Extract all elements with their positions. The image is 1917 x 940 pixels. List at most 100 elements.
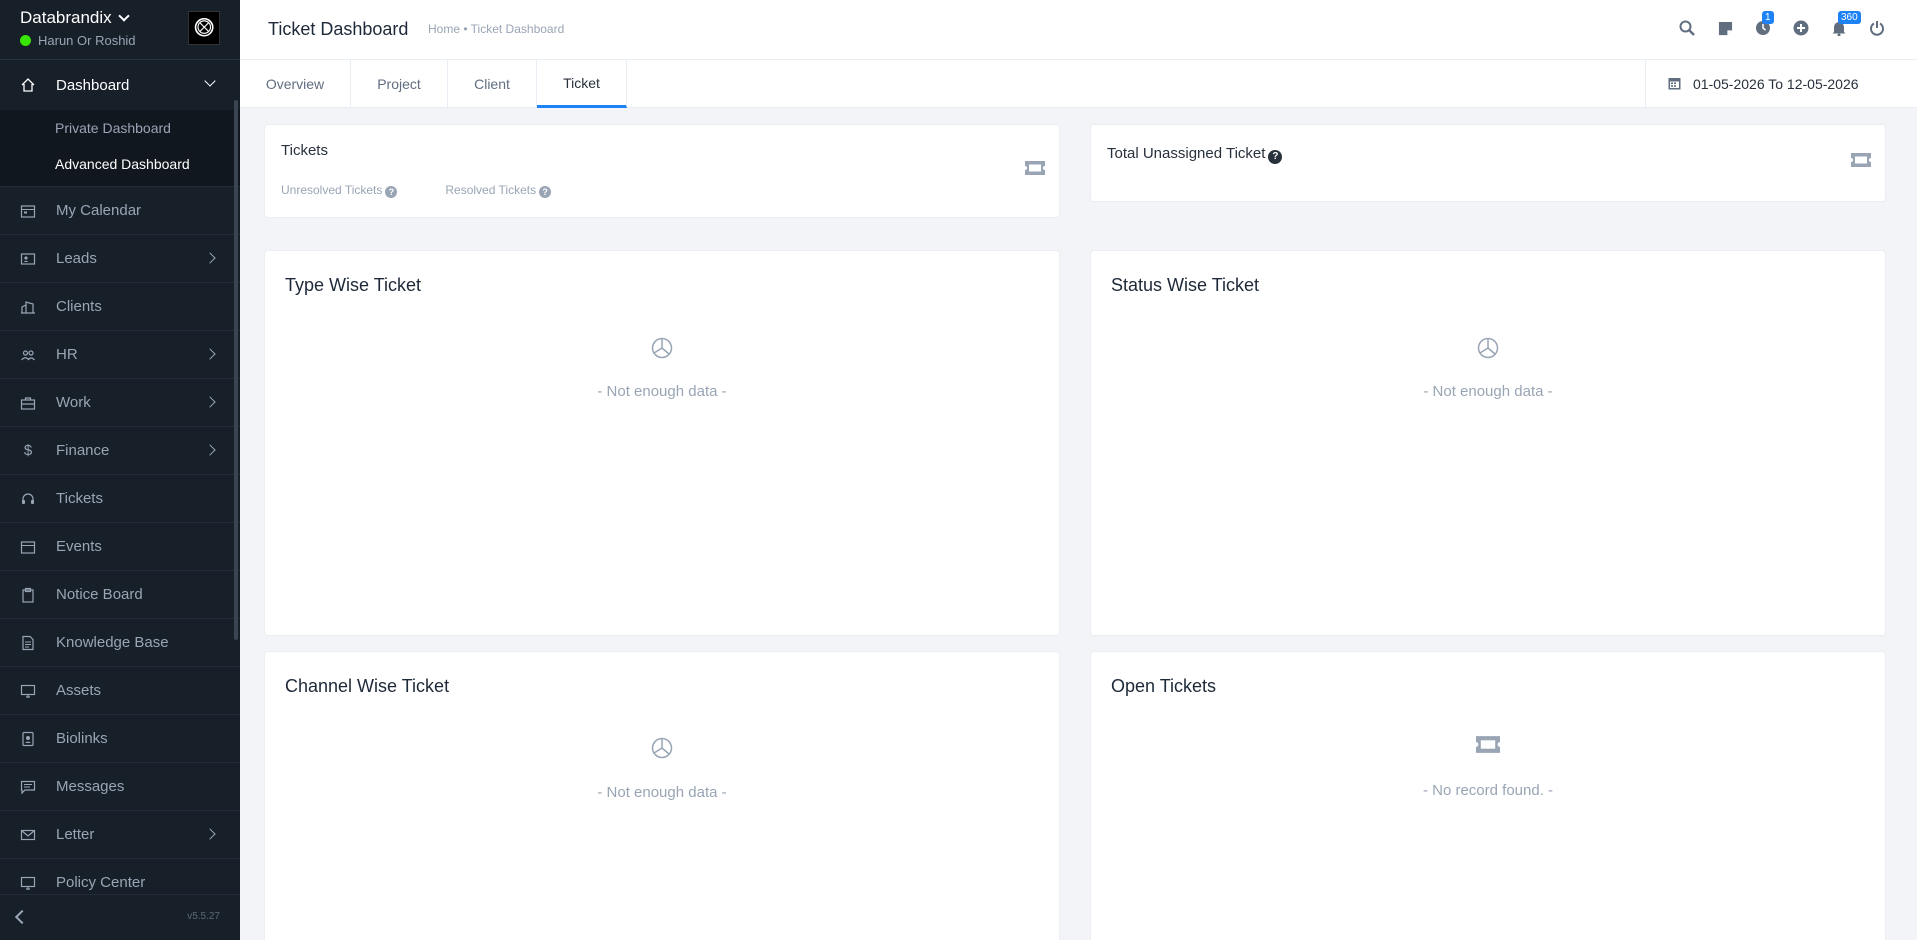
card-title: Tickets <box>281 142 328 159</box>
tickets-summary-card: Tickets Unresolved Tickets? Resolved Tic… <box>264 124 1060 218</box>
sidebar-item-label: Clients <box>56 298 102 315</box>
sidebar-item-knowledge-base[interactable]: Knowledge Base <box>0 619 240 667</box>
home-icon <box>20 77 36 93</box>
tab-overview[interactable]: Overview <box>240 60 351 108</box>
tab-client[interactable]: Client <box>448 60 537 108</box>
card-title-wrap: Total Unassigned Ticket? <box>1107 145 1283 164</box>
tab-ticket[interactable]: Ticket <box>537 60 627 108</box>
sidebar-item-letter[interactable]: Letter <box>0 811 240 859</box>
sidebar-item-my-calendar[interactable]: My Calendar <box>0 187 240 235</box>
sidebar-item-events[interactable]: Events <box>0 523 240 571</box>
sidebar-item-messages[interactable]: Messages <box>0 763 240 811</box>
sidebar-item-dashboard[interactable]: Dashboard <box>0 60 240 110</box>
work-icon <box>20 395 36 411</box>
sidebar-header: Databrandix Harun Or Roshid ⨷ <box>0 0 240 60</box>
sidebar-item-label: Policy Center <box>56 874 146 891</box>
sidebar-item-work[interactable]: Work <box>0 379 240 427</box>
leads-icon <box>20 251 36 267</box>
finance-icon: $ <box>23 442 33 459</box>
sidebar-item-assets[interactable]: Assets <box>0 667 240 715</box>
sidebar-item-biolinks[interactable]: Biolinks <box>0 715 240 763</box>
empty-state-text: - Not enough data - <box>597 784 727 801</box>
card-title: Total Unassigned Ticket <box>1107 145 1266 162</box>
biolinks-icon <box>20 731 36 747</box>
sidebar-item-label: Leads <box>56 250 97 267</box>
chevron-down-icon <box>204 75 216 87</box>
add-icon[interactable] <box>1791 18 1811 38</box>
sidebar-item-leads[interactable]: Leads <box>0 235 240 283</box>
empty-state-text: - Not enough data - <box>597 383 727 400</box>
sidebar-subitem-advanced-dashboard[interactable]: Advanced Dashboard <box>0 146 240 182</box>
messages-icon <box>20 779 36 795</box>
envelope-icon <box>20 827 36 843</box>
sidebar-item-label: Knowledge Base <box>56 634 169 651</box>
date-range-value: 01-05-2026 To 12-05-2026 <box>1693 76 1859 92</box>
monitor-icon <box>20 683 36 699</box>
sidebar-scrollbar[interactable] <box>234 100 238 640</box>
calendar-icon <box>20 203 36 219</box>
chevron-right-icon <box>204 396 216 408</box>
sidebar-item-clients[interactable]: Clients <box>0 283 240 331</box>
chevron-right-icon <box>204 252 216 264</box>
calendar-icon <box>1668 76 1681 93</box>
hr-icon <box>20 347 36 363</box>
help-icon[interactable]: ? <box>385 186 398 198</box>
empty-state-text: - Not enough data - <box>1423 383 1553 400</box>
date-range-picker[interactable]: 01-05-2026 To 12-05-2026 <box>1645 60 1917 108</box>
sidebar-item-tickets[interactable]: Tickets <box>0 475 240 523</box>
chevron-right-icon <box>204 828 216 840</box>
card-title: Open Tickets <box>1111 676 1217 696</box>
headset-icon <box>20 491 36 507</box>
sidebar-item-finance[interactable]: $ Finance <box>0 427 240 475</box>
pie-chart-icon <box>1477 337 1499 364</box>
sidebar-subitem-private-dashboard[interactable]: Private Dashboard <box>0 110 240 146</box>
clients-icon <box>20 299 36 315</box>
ticket-icon <box>1025 161 1045 180</box>
user-name: Harun Or Roshid <box>38 33 136 48</box>
sidebar-item-notice-board[interactable]: Notice Board <box>0 571 240 619</box>
pie-chart-icon <box>651 737 673 764</box>
open-tickets-card: Open Tickets - No record found. - <box>1090 651 1886 940</box>
notification-bell-icon[interactable]: 360 <box>1829 11 1861 38</box>
app-version: v5.5.27 <box>187 911 220 922</box>
sidebar-item-label: Letter <box>56 826 95 843</box>
search-icon[interactable] <box>1677 18 1697 38</box>
sidebar-item-label: Tickets <box>56 490 103 507</box>
sidebar-item-label: Dashboard <box>56 76 130 94</box>
card-title: Channel Wise Ticket <box>285 676 450 696</box>
sidebar-item-label: Finance <box>56 442 110 459</box>
timer-icon[interactable]: 1 <box>1753 11 1774 38</box>
help-icon[interactable]: ? <box>539 186 552 198</box>
pie-chart-icon <box>651 337 673 364</box>
power-icon[interactable] <box>1867 18 1887 38</box>
card-title: Status Wise Ticket <box>1111 275 1260 295</box>
type-wise-ticket-card: Type Wise Ticket - Not enough data - <box>264 250 1060 636</box>
sticky-note-icon[interactable] <box>1715 18 1735 38</box>
notification-badge: 360 <box>1838 11 1861 24</box>
monitor-icon <box>20 875 36 891</box>
clipboard-icon <box>20 587 36 603</box>
channel-wise-ticket-card: Channel Wise Ticket - Not enough data - <box>264 651 1060 940</box>
sidebar-item-label: Notice Board <box>56 586 143 603</box>
events-icon <box>20 539 36 555</box>
sidebar-item-hr[interactable]: HR <box>0 331 240 379</box>
card-title: Type Wise Ticket <box>285 275 422 295</box>
sidebar: Databrandix Harun Or Roshid ⨷ Dashboard … <box>0 0 240 940</box>
tab-project[interactable]: Project <box>351 60 448 108</box>
sidebar-item-label: Events <box>56 538 102 555</box>
document-icon <box>20 635 36 651</box>
resolved-tickets-label: Resolved Tickets? <box>445 183 552 198</box>
header-actions: 1 360 <box>1677 11 1887 38</box>
dashboard-submenu: Private Dashboard Advanced Dashboard <box>0 110 240 187</box>
collapse-sidebar-icon[interactable] <box>14 909 30 925</box>
company-logo[interactable]: ⨷ <box>188 11 220 45</box>
ticket-icon <box>1476 736 1500 758</box>
chevron-right-icon <box>204 444 216 456</box>
company-name: Databrandix <box>20 8 112 27</box>
help-icon[interactable]: ? <box>1268 149 1283 164</box>
dashboard-tabs: Overview Project Client Ticket 01-05-202… <box>240 60 1917 108</box>
breadcrumb[interactable]: Home • Ticket Dashboard <box>428 22 564 36</box>
sidebar-item-label: Work <box>56 394 91 411</box>
chevron-right-icon <box>204 348 216 360</box>
sidebar-item-label: Biolinks <box>56 730 108 747</box>
